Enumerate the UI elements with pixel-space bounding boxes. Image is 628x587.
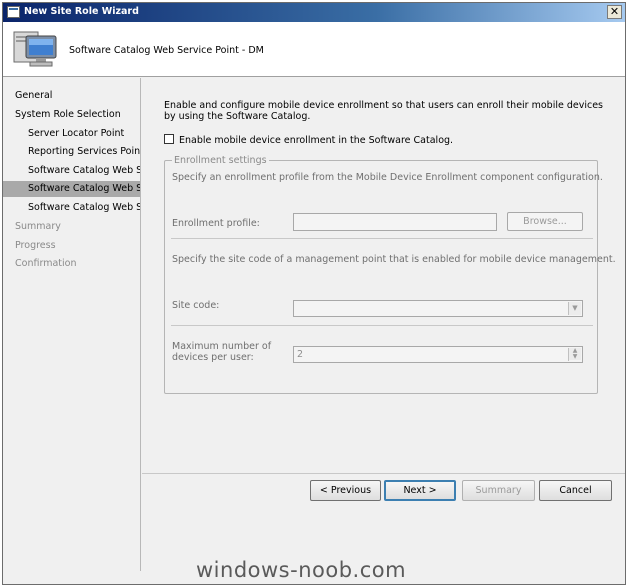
watermark-text: windows-noob.com — [196, 558, 407, 582]
stepper-down-icon[interactable]: ▼ — [569, 354, 581, 360]
separator — [171, 325, 593, 326]
enrollment-profile-field[interactable] — [293, 213, 497, 231]
title-bar[interactable]: New Site Role Wizard ✕ — [3, 3, 625, 22]
nav-item-software-catalog-web-site[interactable]: Software Catalog Web Site — [3, 200, 140, 216]
wizard-window: New Site Role Wizard ✕ Software Catalog … — [2, 2, 626, 585]
enable-enrollment-label[interactable]: Enable mobile device enrollment in the S… — [179, 135, 453, 146]
wizard-footer: < Previous Next > Summary Cancel — [142, 473, 625, 571]
enrollment-settings-group: Enrollment settings Specify an enrollmen… — [164, 155, 616, 394]
nav-item-server-locator-point[interactable]: Server Locator Point — [3, 126, 140, 142]
max-devices-label-line2: devices per user: — [172, 352, 254, 363]
wizard-sidebar: General System Role Selection Server Loc… — [3, 78, 141, 571]
nav-item-general[interactable]: General — [3, 88, 140, 104]
site-code-description: Specify the site code of a management po… — [172, 254, 616, 265]
cancel-button[interactable]: Cancel — [539, 480, 612, 501]
window-title: New Site Role Wizard — [24, 6, 139, 17]
max-devices-stepper[interactable]: 2 ▲ ▼ — [293, 346, 583, 363]
wizard-header: Software Catalog Web Service Point - DM — [3, 22, 625, 77]
page-heading: Software Catalog Web Service Point - DM — [69, 45, 264, 56]
summary-button: Summary — [462, 480, 535, 501]
intro-text: Enable and configure mobile device enrol… — [164, 100, 603, 122]
computer-icon — [13, 31, 57, 67]
chevron-down-icon[interactable]: ▼ — [568, 302, 581, 315]
nav-item-software-catalog-web-service-1[interactable]: Software Catalog Web Ser — [3, 163, 140, 179]
max-devices-label: Maximum number of devices per user: — [172, 341, 271, 363]
next-button[interactable]: Next > — [384, 480, 456, 501]
browse-button[interactable]: Browse... — [507, 212, 583, 231]
nav-item-summary: Summary — [15, 221, 61, 232]
nav-item-software-catalog-web-service-2[interactable]: Software Catalog Web Ser — [3, 181, 140, 197]
enable-enrollment-row[interactable]: Enable mobile device enrollment in the S… — [164, 134, 453, 146]
window-icon[interactable] — [7, 6, 20, 18]
max-devices-value: 2 — [297, 349, 304, 360]
group-legend: Enrollment settings — [172, 155, 269, 166]
site-code-label: Site code: — [172, 300, 220, 311]
previous-button[interactable]: < Previous — [310, 480, 381, 501]
max-devices-label-line1: Maximum number of — [172, 341, 272, 352]
profile-description: Specify an enrollment profile from the M… — [172, 172, 603, 183]
enable-enrollment-checkbox[interactable] — [164, 134, 174, 144]
footer-divider — [142, 473, 625, 474]
nav-item-reporting-services-point[interactable]: Reporting Services Point — [3, 144, 140, 160]
nav-item-confirmation: Confirmation — [15, 258, 77, 269]
close-button[interactable]: ✕ — [607, 5, 622, 19]
site-code-dropdown[interactable]: ▼ — [293, 300, 583, 317]
nav-item-progress: Progress — [15, 240, 56, 251]
nav-item-system-role-selection[interactable]: System Role Selection — [3, 107, 140, 123]
enrollment-profile-label: Enrollment profile: — [172, 218, 260, 229]
separator — [171, 238, 593, 239]
stepper-arrows-icon[interactable]: ▲ ▼ — [568, 348, 581, 361]
